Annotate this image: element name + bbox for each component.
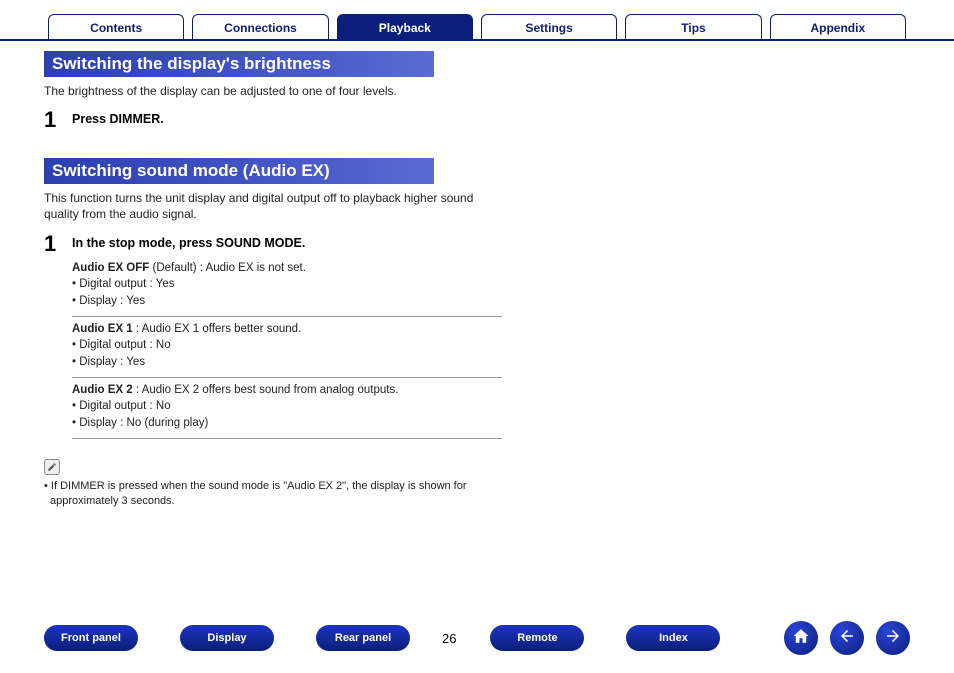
nav-front-panel[interactable]: Front panel bbox=[44, 625, 138, 651]
mode-ex1: Audio EX 1 : Audio EX 1 offers better so… bbox=[72, 317, 502, 378]
mode-line1: • Digital output : No bbox=[72, 400, 171, 412]
nav-rear-panel[interactable]: Rear panel bbox=[316, 625, 410, 651]
tab-appendix[interactable]: Appendix bbox=[770, 14, 906, 39]
step-number: 1 bbox=[44, 109, 72, 131]
mode-label: Audio EX 2 bbox=[72, 384, 133, 396]
mode-label: Audio EX 1 bbox=[72, 323, 133, 335]
step-brightness-1: 1 Press DIMMER. bbox=[44, 109, 910, 132]
mode-ex2: Audio EX 2 : Audio EX 2 offers best soun… bbox=[72, 378, 502, 439]
mode-label: Audio EX OFF bbox=[72, 262, 149, 274]
content-area: Switching the display's brightness The b… bbox=[0, 47, 954, 509]
bottom-nav-bar: Front panel Display Rear panel 26 Remote… bbox=[0, 621, 954, 655]
note-text: • If DIMMER is pressed when the sound mo… bbox=[44, 479, 484, 510]
heading-soundmode: Switching sound mode (Audio EX) bbox=[44, 158, 434, 184]
pencil-icon bbox=[44, 459, 60, 475]
mode-suffix: (Default) : Audio EX is not set. bbox=[149, 262, 306, 274]
tab-contents[interactable]: Contents bbox=[48, 14, 184, 39]
tab-settings[interactable]: Settings bbox=[481, 14, 617, 39]
nav-display[interactable]: Display bbox=[180, 625, 274, 651]
tab-connections[interactable]: Connections bbox=[192, 14, 328, 39]
arrow-right-icon bbox=[884, 627, 902, 650]
mode-suffix: : Audio EX 2 offers best sound from anal… bbox=[133, 384, 399, 396]
page-number: 26 bbox=[442, 631, 456, 646]
mode-line2: • Display : Yes bbox=[72, 295, 145, 307]
heading-brightness: Switching the display's brightness bbox=[44, 51, 434, 77]
tab-playback[interactable]: Playback bbox=[337, 14, 473, 39]
next-button[interactable] bbox=[876, 621, 910, 655]
mode-line1: • Digital output : Yes bbox=[72, 278, 174, 290]
intro-soundmode: This function turns the unit display and… bbox=[44, 190, 484, 222]
arrow-left-icon bbox=[838, 627, 856, 650]
intro-brightness: The brightness of the display can be adj… bbox=[44, 83, 484, 99]
nav-remote[interactable]: Remote bbox=[490, 625, 584, 651]
step-title: In the stop mode, press SOUND MODE. bbox=[72, 233, 502, 250]
mode-suffix: : Audio EX 1 offers better sound. bbox=[133, 323, 302, 335]
tab-tips[interactable]: Tips bbox=[625, 14, 761, 39]
prev-button[interactable] bbox=[830, 621, 864, 655]
mode-line1: • Digital output : No bbox=[72, 339, 171, 351]
mode-line2: • Display : No (during play) bbox=[72, 417, 208, 429]
mode-off: Audio EX OFF (Default) : Audio EX is not… bbox=[72, 256, 502, 317]
step-number: 1 bbox=[44, 233, 72, 255]
step-title: Press DIMMER. bbox=[72, 109, 502, 126]
circle-nav-group bbox=[772, 621, 910, 655]
mode-line2: • Display : Yes bbox=[72, 356, 145, 368]
home-icon bbox=[792, 627, 810, 650]
top-tab-bar: Contents Connections Playback Settings T… bbox=[0, 0, 954, 41]
nav-index[interactable]: Index bbox=[626, 625, 720, 651]
home-button[interactable] bbox=[784, 621, 818, 655]
step-soundmode-1: 1 In the stop mode, press SOUND MODE. Au… bbox=[44, 233, 910, 439]
